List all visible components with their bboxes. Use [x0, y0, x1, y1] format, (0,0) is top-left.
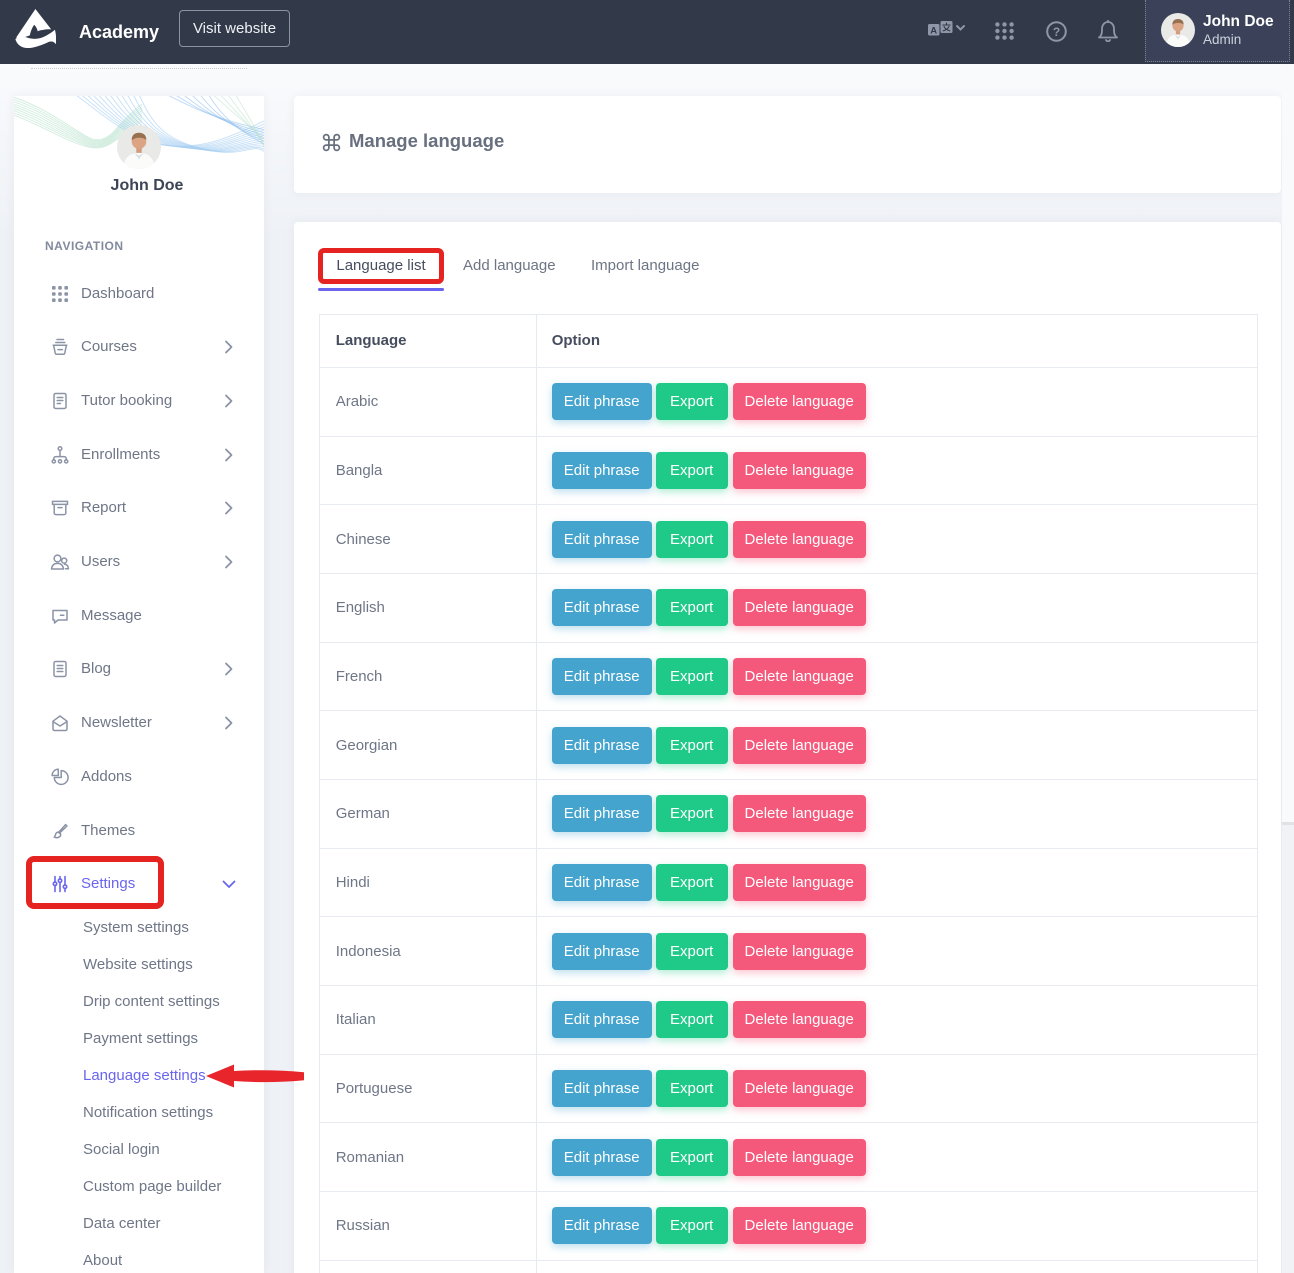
svg-text:?: ? [1053, 25, 1060, 39]
svg-text:A: A [930, 25, 937, 36]
